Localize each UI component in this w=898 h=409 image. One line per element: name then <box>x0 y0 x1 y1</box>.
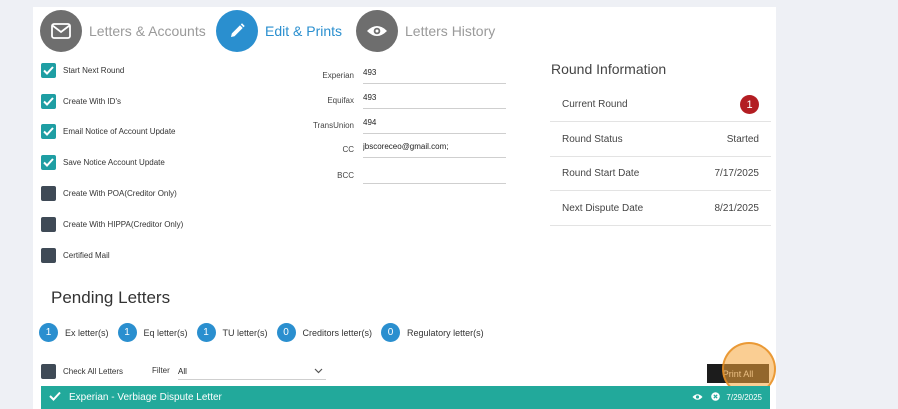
current-round-row: Current Round 1 <box>550 88 771 122</box>
field-label: CC <box>342 145 354 154</box>
letter-row[interactable]: Experian - Verbiage Dispute Letter 7/29/… <box>41 386 770 409</box>
creditors-letters-count: 0 Creditors letter(s) <box>276 323 373 342</box>
checkbox-label: Certified Mail <box>63 251 110 260</box>
create-with-poa-checkbox[interactable]: Create With POA(Creditor Only) <box>41 186 177 201</box>
field-label: BCC <box>337 171 354 180</box>
letter-date: 7/29/2025 <box>726 393 762 402</box>
checkbox-unchecked <box>41 217 56 232</box>
checkbox-unchecked <box>41 186 56 201</box>
cc-input[interactable] <box>363 138 506 158</box>
tab-label: Letters History <box>405 23 496 39</box>
tab-letters-history[interactable]: Letters History <box>356 10 495 52</box>
eye-icon <box>356 10 398 52</box>
tu-letters-count: 1 TU letter(s) <box>196 323 268 342</box>
next-dispute-date-row: Next Dispute Date 8/21/2025 <box>550 192 771 226</box>
round-status-row: Round Status Started <box>550 123 771 157</box>
checkbox-checked <box>41 63 56 78</box>
email-notice-checkbox[interactable]: Email Notice of Account Update <box>41 124 176 139</box>
row-label: Round Start Date <box>562 168 640 179</box>
main-card: Letters & Accounts Edit & Prints Letters… <box>33 7 776 409</box>
checkbox-unchecked <box>41 364 56 379</box>
round-info-title: Round Information <box>551 61 667 77</box>
count-label: Creditors letter(s) <box>302 327 373 338</box>
checkbox-label: Create With POA(Creditor Only) <box>63 189 177 198</box>
count-label: Regulatory letter(s) <box>407 327 484 338</box>
checkbox-label: Start Next Round <box>63 66 125 75</box>
experian-input[interactable] <box>363 64 506 84</box>
field-label: Experian <box>322 71 354 80</box>
bcc-input[interactable] <box>363 164 506 184</box>
letter-counts: 1 Ex letter(s) 1 Eq letter(s) 1 TU lette… <box>39 323 493 342</box>
field-label: Equifax <box>327 96 354 105</box>
create-with-hippa-checkbox[interactable]: Create With HIPPA(Creditor Only) <box>41 217 183 232</box>
envelope-icon <box>40 10 82 52</box>
filter-select[interactable]: All <box>178 363 326 380</box>
filter-value: All <box>178 366 187 376</box>
count-badge: 1 <box>196 323 216 342</box>
tab-label: Edit & Prints <box>265 23 343 39</box>
check-all-letters-checkbox[interactable]: Check All Letters <box>41 364 123 379</box>
count-badge: 0 <box>381 323 401 342</box>
row-value: Started <box>726 134 759 145</box>
checkbox-checked <box>41 155 56 170</box>
row-value: 7/17/2025 <box>714 168 760 179</box>
bcc-field-row: BCC <box>283 164 506 184</box>
transunion-input[interactable] <box>363 114 506 134</box>
current-round-badge: 1 <box>740 95 759 114</box>
pencil-icon <box>216 10 258 52</box>
checkbox-checked <box>41 124 56 139</box>
certified-mail-checkbox[interactable]: Certified Mail <box>41 248 110 263</box>
eq-letters-count: 1 Eq letter(s) <box>117 323 188 342</box>
letter-actions: 7/29/2025 <box>692 392 762 403</box>
row-label: Current Round <box>562 99 628 110</box>
tab-label: Letters & Accounts <box>89 23 206 39</box>
count-badge: 0 <box>276 323 296 342</box>
tab-letters-accounts[interactable]: Letters & Accounts <box>40 10 206 52</box>
print-all-button[interactable]: Print All <box>707 364 769 383</box>
checkbox-label: Check All Letters <box>63 367 124 376</box>
count-label: Eq letter(s) <box>143 327 188 338</box>
checkbox-label: Create With ID's <box>63 97 121 106</box>
close-circle-icon[interactable] <box>711 392 721 403</box>
equifax-input[interactable] <box>363 89 506 109</box>
count-label: TU letter(s) <box>222 327 268 338</box>
row-label: Round Status <box>562 134 623 145</box>
transunion-field-row: TransUnion <box>283 114 506 134</box>
create-with-ids-checkbox[interactable]: Create With ID's <box>41 94 121 109</box>
letter-title: Experian - Verbiage Dispute Letter <box>69 392 222 403</box>
round-start-date-row: Round Start Date 7/17/2025 <box>550 157 771 191</box>
count-badge: 1 <box>39 323 58 342</box>
eye-icon[interactable] <box>692 393 703 403</box>
row-value: 8/21/2025 <box>714 203 760 214</box>
equifax-field-row: Equifax <box>283 89 506 109</box>
start-next-round-checkbox[interactable]: Start Next Round <box>41 63 124 78</box>
checkbox-label: Create With HIPPA(Creditor Only) <box>63 220 184 229</box>
ex-letters-count: 1 Ex letter(s) <box>39 323 109 342</box>
tab-edit-prints[interactable]: Edit & Prints <box>216 10 342 52</box>
pending-letters-title: Pending Letters <box>51 288 171 307</box>
regulatory-letters-count: 0 Regulatory letter(s) <box>381 323 484 342</box>
chevron-down-icon <box>314 367 323 376</box>
count-badge: 1 <box>117 323 137 342</box>
checkbox-unchecked <box>41 248 56 263</box>
filter-label: Filter <box>152 366 170 375</box>
experian-field-row: Experian <box>283 64 506 84</box>
check-icon <box>49 391 61 404</box>
count-label: Ex letter(s) <box>65 327 109 338</box>
row-label: Next Dispute Date <box>562 203 644 214</box>
field-label: TransUnion <box>312 121 354 130</box>
checkbox-label: Save Notice Account Update <box>63 158 165 167</box>
cc-field-row: CC <box>283 138 506 158</box>
checkbox-checked <box>41 94 56 109</box>
save-notice-checkbox[interactable]: Save Notice Account Update <box>41 155 165 170</box>
checkbox-label: Email Notice of Account Update <box>63 127 176 136</box>
